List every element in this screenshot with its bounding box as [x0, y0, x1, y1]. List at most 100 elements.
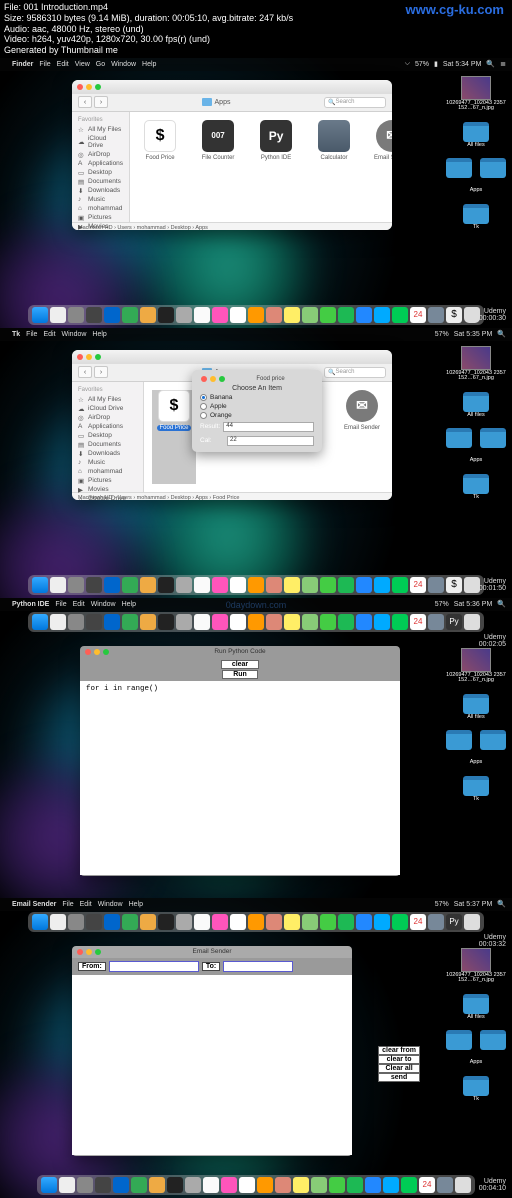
sidebar-item-music[interactable]: ♪Music	[72, 458, 143, 467]
dock-maps-icon[interactable]	[302, 307, 318, 323]
dock-calendar-icon[interactable]: 24	[410, 307, 426, 323]
menu-icon[interactable]: ≣	[500, 60, 506, 68]
dock-icon[interactable]	[176, 914, 192, 930]
dock-icon[interactable]	[122, 914, 138, 930]
dock-icon[interactable]	[68, 914, 84, 930]
radio-icon[interactable]	[200, 394, 207, 401]
spotlight-icon[interactable]: 🔍	[497, 900, 506, 908]
dock-icon[interactable]	[266, 577, 282, 593]
radio-icon[interactable]	[200, 412, 207, 419]
dock-icon[interactable]	[275, 1177, 291, 1193]
menu-edit[interactable]: Edit	[57, 61, 69, 68]
dock-xcode-icon[interactable]	[104, 307, 120, 323]
desktop-folder-allfiles[interactable]: All files	[463, 122, 489, 149]
desktop-photo[interactable]: 10269477_102043 2357152…67_n.jpg	[446, 648, 506, 684]
dock-icon[interactable]	[194, 614, 210, 630]
dock-icon[interactable]	[140, 914, 156, 930]
clear-to-button[interactable]: clear to	[378, 1055, 420, 1064]
email-sender-window[interactable]: Email Sender From: To: clear from clear …	[72, 946, 352, 1156]
dock-icon[interactable]	[320, 914, 336, 930]
dock-icon[interactable]	[50, 614, 66, 630]
dock-icon[interactable]	[194, 914, 210, 930]
back-button[interactable]: ‹	[78, 366, 92, 378]
dock-icon[interactable]	[284, 577, 300, 593]
dock-icon[interactable]	[158, 614, 174, 630]
search-input[interactable]: 🔍 Search	[324, 367, 386, 378]
dock-icon[interactable]	[203, 1177, 219, 1193]
dock-icon[interactable]	[86, 577, 102, 593]
desktop-folder-2[interactable]	[480, 1030, 506, 1050]
dock-icon[interactable]	[374, 914, 390, 930]
desktop-folder-1[interactable]	[446, 428, 472, 448]
dock-icon[interactable]	[284, 614, 300, 630]
dock-chrome-icon[interactable]	[140, 307, 156, 323]
dock-icon[interactable]	[329, 1177, 345, 1193]
dock-icon[interactable]	[401, 1177, 417, 1193]
sidebar-item-documents[interactable]: ▤Documents	[72, 440, 143, 449]
close-icon[interactable]	[77, 84, 83, 90]
dock-appstore-icon[interactable]	[356, 307, 372, 323]
spotlight-icon[interactable]: 🔍	[497, 600, 506, 608]
dock-icon[interactable]	[302, 614, 318, 630]
sidebar-item-pictures[interactable]: ▣Pictures	[72, 476, 143, 485]
app-food-price[interactable]: $ Food Price	[138, 120, 182, 214]
dock-finder-icon[interactable]	[41, 1177, 57, 1193]
menu-view[interactable]: View	[75, 61, 90, 68]
dock-itunes-icon[interactable]	[212, 307, 228, 323]
sidebar-item-downloads[interactable]: ⬇Downloads	[72, 186, 129, 195]
dock-icon[interactable]	[104, 577, 120, 593]
dock[interactable]: 24 Py	[28, 912, 484, 932]
dock-icon[interactable]	[302, 577, 318, 593]
dock-python-icon[interactable]: Py	[446, 914, 462, 930]
dock-icon[interactable]	[356, 577, 372, 593]
email-body-textarea[interactable]	[72, 975, 352, 1155]
dock-icon[interactable]	[257, 1177, 273, 1193]
result-input[interactable]: 44	[223, 422, 314, 432]
dock-icon[interactable]	[239, 1177, 255, 1193]
dock-icon[interactable]	[104, 914, 120, 930]
sidebar-item-desktop[interactable]: ▭Desktop	[72, 168, 129, 177]
dock-icon[interactable]	[95, 1177, 111, 1193]
menu-file[interactable]: File	[55, 601, 66, 608]
minimize-icon[interactable]	[210, 376, 216, 382]
dock-mail-icon[interactable]	[194, 307, 210, 323]
dock-icon[interactable]	[212, 614, 228, 630]
sidebar-item-home[interactable]: ⌂mohammad	[72, 467, 143, 476]
minimize-icon[interactable]	[86, 354, 92, 360]
menu-file[interactable]: File	[62, 901, 73, 908]
dock-ibooks-icon[interactable]	[248, 307, 264, 323]
battery-icon[interactable]: ▮	[434, 60, 438, 68]
desktop-folder-1[interactable]	[446, 730, 472, 750]
dock-icon[interactable]	[122, 577, 138, 593]
minimize-icon[interactable]	[86, 84, 92, 90]
dock-icon[interactable]	[248, 614, 264, 630]
desktop-folder-allfiles[interactable]: All files	[463, 994, 489, 1021]
menu-edit[interactable]: Edit	[73, 601, 85, 608]
sidebar-item-documents[interactable]: ▤Documents	[72, 177, 129, 186]
dock-dollar-icon[interactable]: $	[446, 577, 462, 593]
dock-mission-icon[interactable]	[86, 307, 102, 323]
food-price-dialog[interactable]: Food price Choose An Item Banana Apple O…	[192, 370, 322, 452]
finder-window[interactable]: ‹ › Apps 🔍 Search Favorites ☆All My File…	[72, 80, 392, 230]
spotlight-icon[interactable]: 🔍	[486, 60, 495, 68]
dock-terminal-icon[interactable]	[158, 307, 174, 323]
dock-trash-icon[interactable]	[464, 307, 480, 323]
dock-python-icon[interactable]: Py	[446, 614, 462, 630]
app-file-counter[interactable]: 007 File Counter	[196, 120, 240, 214]
dock-icon[interactable]	[176, 614, 192, 630]
python-ide-window[interactable]: Run Python Code clear Run for i in range…	[80, 646, 400, 876]
wifi-icon[interactable]: ⌵	[405, 60, 410, 68]
desktop-folder-allfiles[interactable]: All files	[463, 392, 489, 419]
app-calculator[interactable]: Calculator	[312, 120, 356, 214]
desktop-folder-tk[interactable]: Tk	[463, 1076, 489, 1103]
search-input[interactable]: 🔍 Search	[324, 97, 386, 108]
app-name[interactable]: Python IDE	[12, 601, 49, 608]
dock-launchpad-icon[interactable]	[68, 307, 84, 323]
code-editor[interactable]: for i in range()	[80, 681, 400, 875]
dock-icon[interactable]	[212, 914, 228, 930]
desktop-photo[interactable]: 10269477_102043 2357152…67_n.jpg	[446, 76, 506, 112]
dock-icon[interactable]	[266, 614, 282, 630]
dock-icon[interactable]	[311, 1177, 327, 1193]
menu-window[interactable]: Window	[91, 601, 116, 608]
zoom-icon[interactable]	[219, 376, 225, 382]
